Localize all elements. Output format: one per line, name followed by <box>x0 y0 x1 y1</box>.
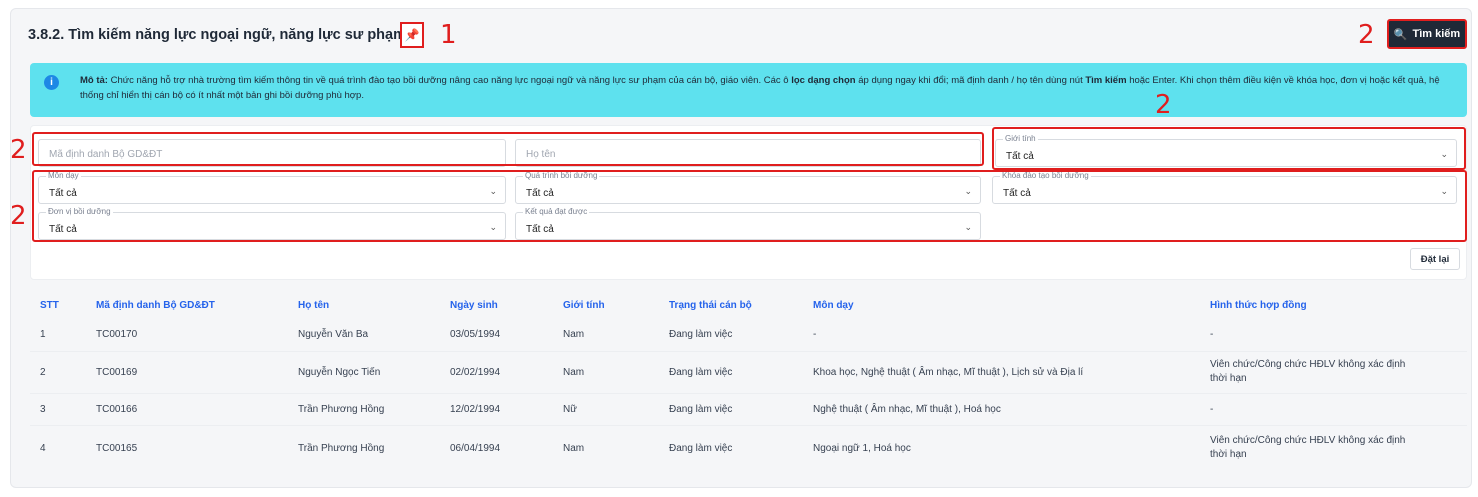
cell-ngay-sinh: 06/04/1994 <box>450 443 501 454</box>
annotation-mark-2-filters: 2 <box>10 201 27 231</box>
table-row[interactable]: 2 TC00169 Nguyễn Ngọc Tiến 02/02/1994 Na… <box>30 352 1467 394</box>
mon-day-label: Môn dạy <box>46 171 81 181</box>
cell-ma: TC00165 <box>96 443 138 454</box>
table-header-mon-day[interactable]: Môn dạy <box>813 300 854 311</box>
cell-gioi-tinh: Nam <box>563 329 585 340</box>
annotation-mark-2-gioi-tinh: 2 <box>1155 90 1172 120</box>
ket-qua-value: Tất cả <box>526 224 554 235</box>
ket-qua-label: Kết quả đạt được <box>523 207 590 217</box>
khoa-dao-tao-label: Khóa đào tạo bồi dưỡng <box>1000 171 1091 181</box>
cell-trang-thai: Đang làm việc <box>669 404 733 415</box>
mon-day-value: Tất cả <box>49 188 77 199</box>
cell-ho-ten: Trần Phương Hồng <box>298 443 385 454</box>
cell-mon-day: Nghệ thuật ( Âm nhạc, Mĩ thuật ), Hoá họ… <box>813 404 1001 415</box>
don-vi-label: Đơn vị bồi dưỡng <box>46 207 113 217</box>
cell-stt: 2 <box>40 367 46 378</box>
cell-hinh-thuc: - <box>1210 329 1214 340</box>
cell-trang-thai: Đang làm việc <box>669 443 733 454</box>
search-button[interactable]: 🔍 Tìm kiếm <box>1387 19 1467 49</box>
info-icon: i <box>44 75 59 90</box>
reset-button[interactable]: Đặt lại <box>1410 248 1460 270</box>
cell-mon-day: Khoa học, Nghệ thuật ( Âm nhạc, Mĩ thuật… <box>813 367 1084 378</box>
table-row[interactable]: 1 TC00170 Nguyễn Văn Ba 03/05/1994 Nam Đ… <box>30 318 1467 352</box>
cell-ngay-sinh: 12/02/1994 <box>450 404 501 415</box>
cell-stt: 4 <box>40 443 46 454</box>
info-text-1: Chức năng hỗ trợ nhà trường tìm kiếm thô… <box>110 75 789 86</box>
cell-hinh-thuc: Viên chức/Công chức HĐLV không xác định … <box>1210 359 1406 384</box>
cell-ma: TC00169 <box>96 367 138 378</box>
table-header-ngay-sinh[interactable]: Ngày sinh <box>450 300 498 311</box>
table-row[interactable]: 3 TC00166 Trần Phương Hồng 12/02/1994 Nữ… <box>30 394 1467 426</box>
cell-ngay-sinh: 02/02/1994 <box>450 367 501 378</box>
cell-mon-day: - <box>813 329 817 340</box>
info-bold-2: Tìm kiếm <box>1085 75 1127 86</box>
table-header-hinh-thuc[interactable]: Hình thức hợp đồng <box>1210 300 1307 311</box>
gioi-tinh-value: Tất cả <box>1006 151 1034 162</box>
ma-dinh-danh-input[interactable]: Mã định danh Bộ GD&ĐT <box>38 139 506 167</box>
khoa-dao-tao-value: Tất cả <box>1003 188 1031 199</box>
cell-hinh-thuc: - <box>1210 404 1214 415</box>
chevron-down-icon: ⌄ <box>964 222 972 232</box>
table-header-stt[interactable]: STT <box>40 300 59 311</box>
cell-ma: TC00166 <box>96 404 138 415</box>
don-vi-select[interactable]: Đơn vị bồi dưỡng Tất cả ⌄ <box>38 207 506 240</box>
cell-gioi-tinh: Nam <box>563 443 585 454</box>
table-header-trang-thai[interactable]: Trạng thái cán bộ <box>669 300 752 311</box>
khoa-dao-tao-select[interactable]: Khóa đào tạo bồi dưỡng Tất cả ⌄ <box>992 171 1457 204</box>
table-row[interactable]: 4 TC00165 Trần Phương Hồng 06/04/1994 Na… <box>30 426 1467 470</box>
chevron-down-icon: ⌄ <box>1440 186 1448 196</box>
qua-trinh-value: Tất cả <box>526 188 554 199</box>
pin-icon[interactable]: 📌 <box>400 22 424 48</box>
cell-trang-thai: Đang làm việc <box>669 367 733 378</box>
gioi-tinh-select[interactable]: Giới tính Tất cả ⌄ <box>995 134 1457 167</box>
cell-ngay-sinh: 03/05/1994 <box>450 329 501 340</box>
ket-qua-select[interactable]: Kết quả đạt được Tất cả ⌄ <box>515 207 981 240</box>
info-bold-1: lọc dạng chọn <box>791 75 856 86</box>
mon-day-select[interactable]: Môn dạy Tất cả ⌄ <box>38 171 506 204</box>
cell-mon-day: Ngoại ngữ 1, Hoá học <box>813 443 911 454</box>
table-header-gioi-tinh[interactable]: Giới tính <box>563 300 605 311</box>
table-header-ho-ten[interactable]: Họ tên <box>298 300 329 311</box>
search-button-label: Tìm kiếm <box>1412 28 1461 40</box>
cell-ma: TC00170 <box>96 329 138 340</box>
chevron-down-icon: ⌄ <box>964 186 972 196</box>
info-label: Mô tả: <box>80 75 108 86</box>
annotation-mark-2-search: 2 <box>1358 20 1375 50</box>
cell-hinh-thuc: Viên chức/Công chức HĐLV không xác định … <box>1210 435 1406 460</box>
cell-stt: 1 <box>40 329 46 340</box>
cell-ho-ten: Trần Phương Hồng <box>298 404 385 415</box>
gioi-tinh-label: Giới tính <box>1003 134 1038 144</box>
ho-ten-input[interactable]: Họ tên <box>515 139 981 167</box>
cell-ho-ten: Nguyễn Ngọc Tiến <box>298 367 381 378</box>
annotation-mark-1: 1 <box>440 20 457 50</box>
chevron-down-icon: ⌄ <box>489 186 497 196</box>
table-header-ma[interactable]: Mã định danh Bộ GD&ĐT <box>96 300 215 311</box>
info-text-2: áp dụng ngay khi đổi; mã định danh / họ … <box>858 75 1083 86</box>
ma-dinh-danh-placeholder: Mã định danh Bộ GD&ĐT <box>49 149 163 160</box>
cell-trang-thai: Đang làm việc <box>669 329 733 340</box>
chevron-down-icon: ⌄ <box>1440 149 1448 159</box>
chevron-down-icon: ⌄ <box>489 222 497 232</box>
cell-ho-ten: Nguyễn Văn Ba <box>298 329 369 340</box>
search-icon: 🔍 <box>1393 28 1408 41</box>
cell-gioi-tinh: Nam <box>563 367 585 378</box>
cell-gioi-tinh: Nữ <box>563 404 577 415</box>
info-banner: i Mô tả: Chức năng hỗ trợ nhà trường tìm… <box>30 63 1467 117</box>
ho-ten-placeholder: Họ tên <box>526 149 556 160</box>
don-vi-value: Tất cả <box>49 224 77 235</box>
qua-trinh-label: Quá trình bồi dưỡng <box>523 171 600 181</box>
cell-stt: 3 <box>40 404 46 415</box>
qua-trinh-select[interactable]: Quá trình bồi dưỡng Tất cả ⌄ <box>515 171 981 204</box>
page-title: 3.8.2. Tìm kiếm năng lực ngoại ngữ, năng… <box>28 27 406 43</box>
annotation-mark-2-row1: 2 <box>10 135 27 165</box>
